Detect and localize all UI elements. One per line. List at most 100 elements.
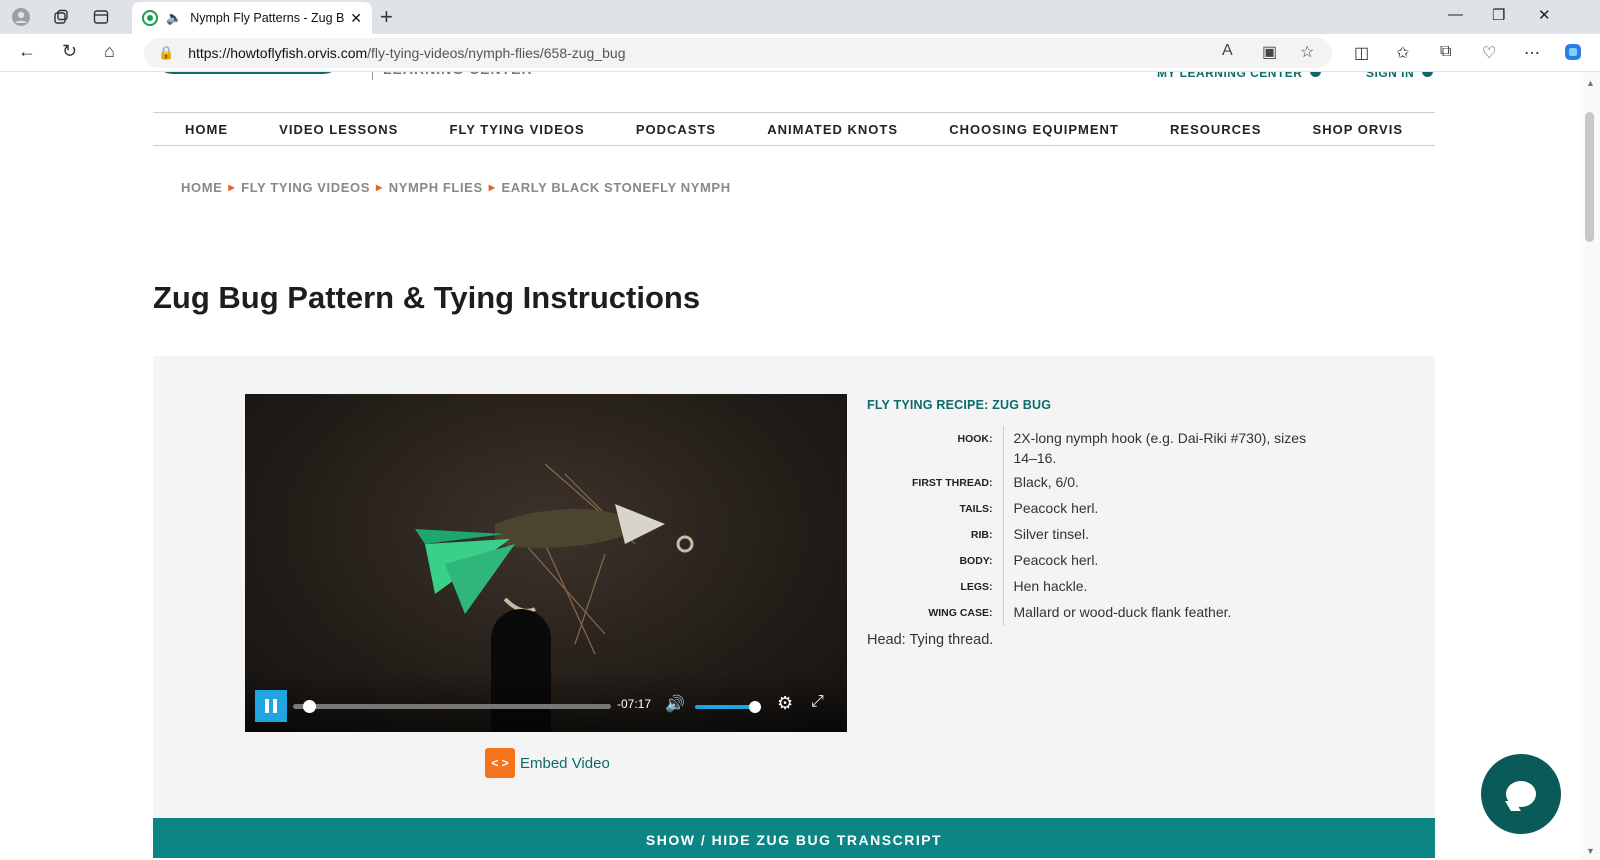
split-screen-icon[interactable]: ◫ (1354, 43, 1369, 63)
breadcrumb-current[interactable]: EARLY BLACK STONEFLY NYMPH (502, 180, 731, 195)
web-page: LEARNING CENTER MY LEARNING CENTER SIGN … (0, 72, 1580, 860)
url-path: /fly-tying-videos/nymph-flies/658-zug_bu… (367, 45, 626, 61)
active-tab[interactable]: 🔈 Nymph Fly Patterns - Zug Bu ✕ (132, 2, 372, 34)
url-host: https://howtoflyfish.orvis.com (188, 45, 368, 61)
settings-gear-icon[interactable]: ⚙ (777, 693, 793, 714)
favorites-icon[interactable]: ✩ (1396, 43, 1409, 63)
sign-in-label: SIGN IN (1366, 72, 1415, 80)
recipe-key: WING CASE: (867, 600, 1004, 626)
nav-video-lessons[interactable]: VIDEO LESSONS (279, 122, 398, 137)
recipe-key: TAILS: (867, 496, 1004, 522)
check-badge-icon (1310, 72, 1322, 77)
window-close-icon[interactable]: ✕ (1538, 6, 1551, 24)
recipe-value: Peacock herl. (1013, 552, 1099, 568)
nav-choosing-equipment[interactable]: CHOOSING EQUIPMENT (949, 122, 1119, 137)
recipe-value: Silver tinsel. (1013, 526, 1089, 542)
video-recipe-panel: -07:17 🔊 ⚙ ⤢ < > Embed Video FLY TYING R… (153, 356, 1435, 858)
chat-button[interactable] (1481, 754, 1561, 834)
sign-in-badge-icon (1422, 72, 1434, 77)
chat-bubble-icon (1506, 781, 1536, 807)
embed-video-label: Embed Video (520, 754, 610, 772)
nav-podcasts[interactable]: PODCASTS (636, 122, 716, 137)
volume-knob[interactable] (749, 701, 761, 713)
progress-knob[interactable] (303, 700, 316, 713)
sign-in-link[interactable]: SIGN IN (1366, 72, 1434, 86)
recipe-value: Hen hackle. (1013, 578, 1088, 594)
video-player[interactable]: -07:17 🔊 ⚙ ⤢ (245, 394, 847, 732)
home-icon[interactable]: ⌂ (104, 41, 115, 62)
table-row: WING CASE: Mallard or wood-duck flank fea… (867, 600, 1323, 626)
volume-slider[interactable] (695, 701, 761, 713)
table-row: HOOK: 2X-long nymph hook (e.g. Dai-Riki #… (867, 426, 1323, 470)
recipe-key: RIB: (867, 522, 1004, 548)
breadcrumb: HOME ▶ FLY TYING VIDEOS ▶ NYMPH FLIES ▶ … (181, 180, 731, 195)
url-input[interactable]: 🔒 https://howtoflyfish.orvis.com/fly-tyi… (144, 38, 1332, 68)
recipe-key: LEGS: (867, 574, 1004, 600)
nav-shop-orvis[interactable]: SHOP ORVIS (1313, 122, 1403, 137)
profile-icon[interactable] (10, 6, 32, 28)
nav-home[interactable]: HOME (185, 122, 228, 137)
logo-subtitle: LEARNING CENTER (372, 72, 533, 80)
read-aloud-icon[interactable]: A (1222, 42, 1233, 60)
time-remaining: -07:17 (617, 697, 652, 711)
page-scrollbar[interactable]: ▲ ▼ (1580, 72, 1600, 860)
speaker-icon[interactable]: 🔈 (166, 10, 182, 26)
more-menu-icon[interactable]: ⋯ (1524, 43, 1540, 63)
minimize-icon[interactable]: — (1448, 6, 1463, 23)
table-row: TAILS: Peacock herl. (867, 496, 1323, 522)
my-learning-center-link[interactable]: MY LEARNING CENTER (1157, 72, 1322, 86)
breadcrumb-fly-tying-videos[interactable]: FLY TYING VIDEOS (241, 180, 370, 195)
nav-animated-knots[interactable]: ANIMATED KNOTS (767, 122, 898, 137)
refresh-icon[interactable]: ↻ (62, 41, 77, 62)
breadcrumb-arrow-icon: ▶ (228, 183, 236, 192)
recipe-heading: FLY TYING RECIPE: ZUG BUG (867, 398, 1052, 412)
recipe-value: 2X-long nymph hook (e.g. Dai-Riki #730),… (1013, 430, 1307, 466)
breadcrumb-arrow-icon: ▶ (375, 183, 383, 192)
recipe-key: BODY: (867, 548, 1004, 574)
collections-icon[interactable]: ⧉ (1440, 43, 1451, 61)
my-learning-center-label: MY LEARNING CENTER (1157, 72, 1303, 80)
orvis-favicon-icon (142, 10, 158, 26)
back-icon[interactable]: ← (18, 41, 36, 62)
breadcrumb-arrow-icon: ▶ (488, 183, 496, 192)
volume-icon[interactable]: 🔊 (665, 694, 685, 714)
nav-fly-tying-videos[interactable]: FLY TYING VIDEOS (450, 122, 585, 137)
favorite-star-icon[interactable]: ☆ (1300, 42, 1314, 62)
pause-button[interactable] (255, 690, 287, 722)
restore-icon[interactable]: ❐ (1492, 6, 1505, 24)
table-row: LEGS: Hen hackle. (867, 574, 1323, 600)
recipe-table: HOOK: 2X-long nymph hook (e.g. Dai-Riki #… (867, 426, 1323, 626)
browser-essentials-icon[interactable]: ♡ (1482, 43, 1496, 63)
recipe-head-note: Head: Tying thread. (867, 632, 994, 648)
workspaces-icon[interactable] (50, 6, 72, 28)
main-navigation: HOME VIDEO LESSONS FLY TYING VIDEOS PODC… (153, 112, 1435, 146)
tab-close-icon[interactable]: ✕ (350, 10, 362, 27)
scroll-up-icon[interactable]: ▲ (1586, 78, 1595, 88)
app-available-icon[interactable]: ▣ (1262, 42, 1277, 62)
scrollbar-thumb[interactable] (1585, 112, 1594, 242)
copilot-icon[interactable] (1564, 43, 1582, 66)
tab-title: Nymph Fly Patterns - Zug Bu (190, 11, 345, 25)
breadcrumb-home[interactable]: HOME (181, 180, 222, 195)
embed-video-button[interactable]: < > Embed Video (485, 748, 610, 778)
transcript-toggle-button[interactable]: SHOW / HIDE ZUG BUG TRANSCRIPT (153, 818, 1435, 858)
table-row: BODY: Peacock herl. (867, 548, 1323, 574)
embed-code-icon: < > (485, 748, 515, 778)
breadcrumb-nymph-flies[interactable]: NYMPH FLIES (389, 180, 483, 195)
fly-tying-recipe: FLY TYING RECIPE: ZUG BUG HOOK: 2X-long n… (867, 398, 1337, 648)
orvis-logo[interactable] (153, 72, 353, 80)
recipe-value: Black, 6/0. (1013, 474, 1079, 490)
scroll-down-icon[interactable]: ▼ (1586, 846, 1595, 856)
browser-tab-bar: 🔈 Nymph Fly Patterns - Zug Bu ✕ + — ❐ ✕ (0, 0, 1600, 34)
recipe-key: FIRST THREAD: (867, 470, 1004, 496)
recipe-key: HOOK: (867, 426, 1004, 470)
new-tab-button[interactable]: + (380, 4, 393, 30)
logo-mark (153, 72, 343, 74)
video-progress-bar[interactable] (293, 700, 611, 713)
page-title: Zug Bug Pattern & Tying Instructions (153, 280, 701, 315)
fullscreen-icon[interactable]: ⤢ (811, 693, 824, 711)
lock-icon[interactable]: 🔒 (158, 45, 174, 61)
tab-actions-icon[interactable] (90, 6, 112, 28)
nav-resources[interactable]: RESOURCES (1170, 122, 1261, 137)
address-toolbar: ← ↻ ⌂ 🔒 https://howtoflyfish.orvis.com/f… (0, 34, 1600, 72)
